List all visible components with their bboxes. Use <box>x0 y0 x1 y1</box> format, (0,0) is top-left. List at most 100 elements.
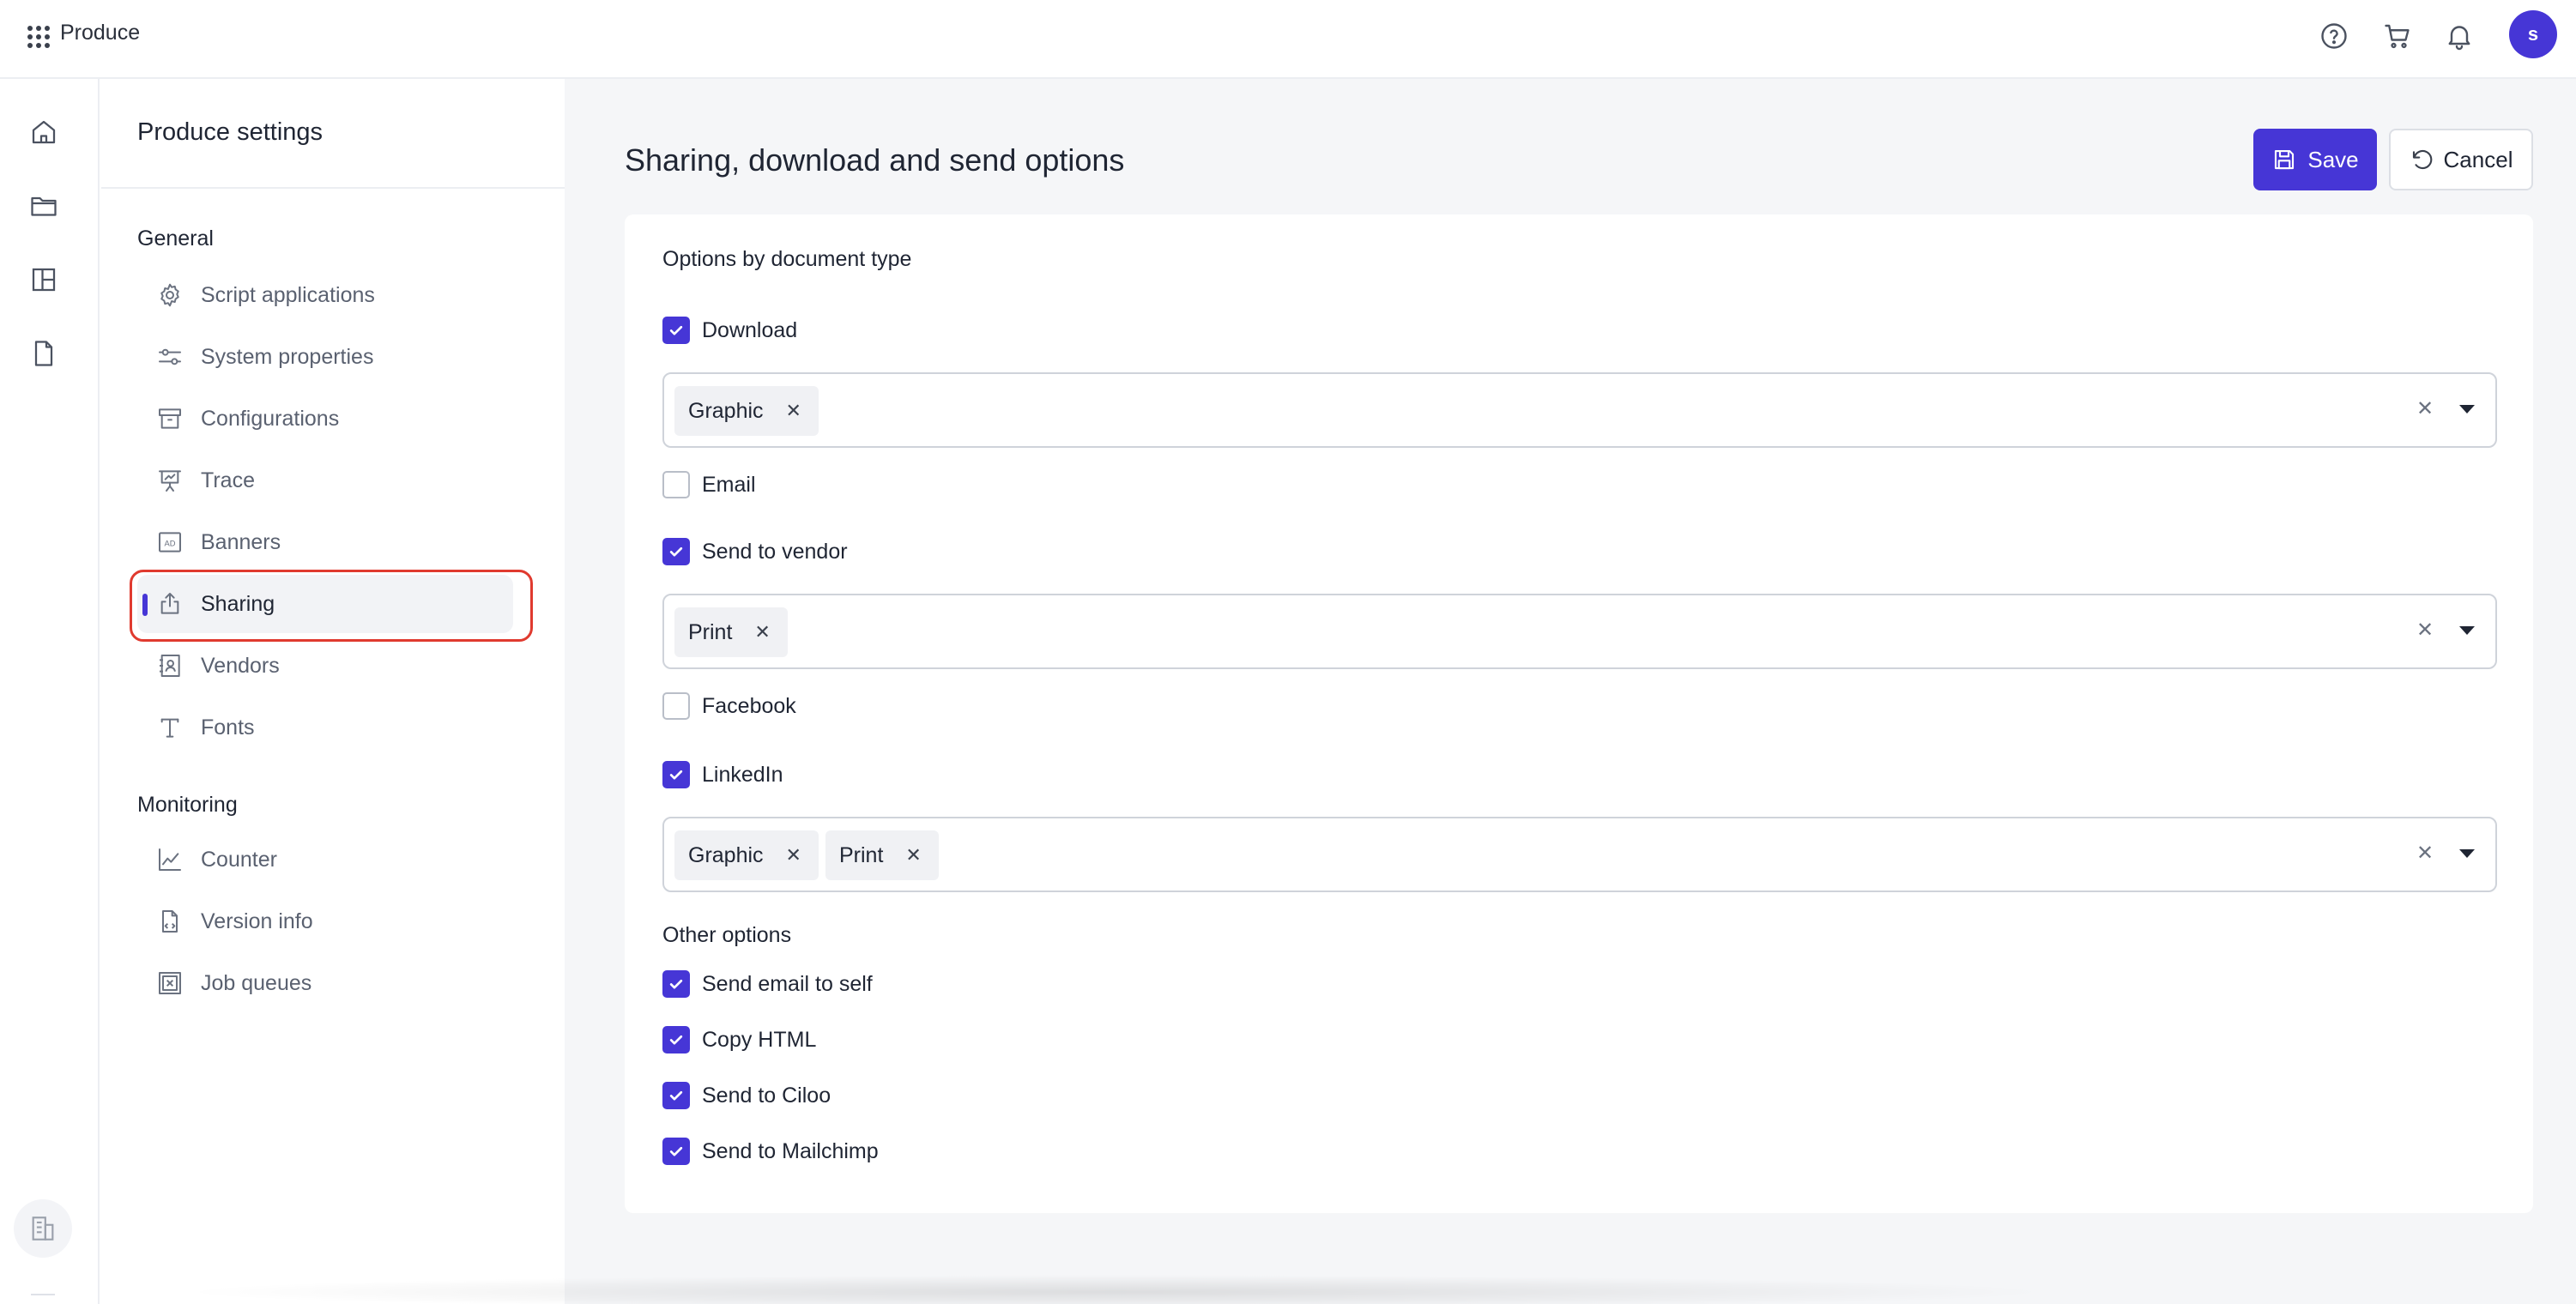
line-chart-icon <box>156 846 184 873</box>
send-to-mailchimp-checkbox[interactable] <box>662 1138 690 1165</box>
send-to-mailchimp-checkbox-row[interactable]: Send to Mailchimp <box>662 1137 879 1166</box>
tag-chip: Print ✕ <box>825 830 939 880</box>
nav-item-system-properties[interactable]: System properties <box>137 328 513 386</box>
clear-icon[interactable]: ✕ <box>2416 396 2434 421</box>
folder-icon[interactable] <box>28 190 59 221</box>
apps-grid-icon[interactable] <box>26 24 51 50</box>
gear-icon <box>156 281 184 309</box>
chevron-down-icon[interactable] <box>2459 405 2475 414</box>
settings-sidebar: Produce settings General Script applicat… <box>101 79 565 1304</box>
tag-label: Graphic <box>688 398 764 423</box>
nav-label: Configurations <box>201 406 340 431</box>
building-icon[interactable] <box>14 1199 72 1258</box>
file-code-icon <box>156 908 184 935</box>
nav-item-sharing[interactable]: Sharing <box>137 575 513 633</box>
nav-item-configurations[interactable]: Configurations <box>137 389 513 448</box>
sliders-icon <box>156 343 184 371</box>
email-checkbox-row[interactable]: Email <box>662 470 756 499</box>
download-checkbox-row[interactable]: Download <box>662 316 797 345</box>
nav-item-script-applications[interactable]: Script applications <box>137 266 513 324</box>
save-icon <box>2271 147 2297 172</box>
tag-chip: Print ✕ <box>674 607 788 657</box>
clear-icon[interactable]: ✕ <box>2416 841 2434 866</box>
save-label: Save <box>2307 146 2359 172</box>
layout-icon[interactable] <box>28 264 59 295</box>
section-title-other-options: Other options <box>662 923 792 947</box>
options-card: Options by document type Download Graphi… <box>625 214 2533 1213</box>
presentation-icon <box>156 467 184 494</box>
facebook-checkbox[interactable] <box>662 692 690 720</box>
settings-title: Produce settings <box>137 118 324 146</box>
remove-tag-icon[interactable]: ✕ <box>786 844 801 866</box>
send-to-mailchimp-label: Send to Mailchimp <box>702 1138 879 1163</box>
queue-icon <box>156 969 184 997</box>
tag-chip: Graphic ✕ <box>674 386 819 436</box>
send-to-ciloo-checkbox-row[interactable]: Send to Ciloo <box>662 1081 831 1110</box>
chevron-down-icon[interactable] <box>2459 626 2475 635</box>
tag-list: Graphic ✕ Print ✕ <box>674 830 939 880</box>
send-to-vendor-checkbox-row[interactable]: Send to vendor <box>662 537 848 566</box>
help-icon[interactable] <box>2319 21 2349 51</box>
page-title: Sharing, download and send options <box>625 142 1125 178</box>
tag-label: Print <box>688 619 733 644</box>
download-tags-select[interactable]: Graphic ✕ ✕ <box>662 372 2497 448</box>
divider <box>101 187 565 189</box>
send-to-vendor-label: Send to vendor <box>702 539 848 564</box>
email-label: Email <box>702 472 756 497</box>
bell-icon[interactable] <box>2444 21 2475 51</box>
nav-label: Trace <box>201 468 255 492</box>
send-email-to-self-label: Send email to self <box>702 971 873 996</box>
tag-list: Print ✕ <box>674 607 788 657</box>
nav-group-monitoring: Monitoring <box>137 793 238 817</box>
top-bar: Produce s <box>0 0 2576 79</box>
left-rail <box>0 79 100 1304</box>
app-name: Produce <box>60 21 141 45</box>
nav-item-job-queues[interactable]: Job queues <box>137 954 513 1012</box>
send-email-to-self-checkbox[interactable] <box>662 970 690 998</box>
nav-item-trace[interactable]: Trace <box>137 451 513 510</box>
avatar[interactable]: s <box>2509 10 2557 58</box>
download-label: Download <box>702 317 798 342</box>
save-button[interactable]: Save <box>2253 129 2377 190</box>
cancel-button[interactable]: Cancel <box>2389 129 2533 190</box>
nav-group-general: General <box>137 226 214 251</box>
nav-item-banners[interactable]: AD Banners <box>137 513 513 571</box>
send-to-vendor-tags-select[interactable]: Print ✕ ✕ <box>662 594 2497 669</box>
cart-icon[interactable] <box>2382 21 2413 51</box>
email-checkbox[interactable] <box>662 471 690 498</box>
bottom-shadow <box>172 1275 2059 1304</box>
nav-item-vendors[interactable]: Vendors <box>137 637 513 695</box>
nav-label: Sharing <box>201 591 275 616</box>
facebook-checkbox-row[interactable]: Facebook <box>662 691 796 721</box>
download-checkbox[interactable] <box>662 317 690 344</box>
main-content: Sharing, download and send options Save … <box>565 79 2576 1304</box>
send-email-to-self-checkbox-row[interactable]: Send email to self <box>662 969 873 999</box>
copy-html-checkbox-row[interactable]: Copy HTML <box>662 1025 816 1054</box>
remove-tag-icon[interactable]: ✕ <box>905 844 921 866</box>
remove-tag-icon[interactable]: ✕ <box>754 621 770 643</box>
nav-item-fonts[interactable]: Fonts <box>137 698 513 757</box>
send-to-ciloo-label: Send to Ciloo <box>702 1083 831 1108</box>
section-title-options-by-document-type: Options by document type <box>662 247 912 271</box>
home-icon[interactable] <box>28 117 59 148</box>
remove-tag-icon[interactable]: ✕ <box>786 400 801 422</box>
linkedin-checkbox-row[interactable]: LinkedIn <box>662 760 783 789</box>
document-icon[interactable] <box>28 338 59 369</box>
send-to-ciloo-checkbox[interactable] <box>662 1082 690 1109</box>
send-to-vendor-checkbox[interactable] <box>662 538 690 565</box>
linkedin-checkbox[interactable] <box>662 761 690 788</box>
nav-label: Version info <box>201 909 313 933</box>
nav-item-version-info[interactable]: Version info <box>137 892 513 951</box>
contact-book-icon <box>156 652 184 679</box>
chevron-down-icon[interactable] <box>2459 849 2475 858</box>
nav-item-counter[interactable]: Counter <box>137 830 513 889</box>
copy-html-checkbox[interactable] <box>662 1026 690 1053</box>
rail-divider <box>31 1294 55 1295</box>
tag-chip: Graphic ✕ <box>674 830 819 880</box>
nav-label: Script applications <box>201 282 375 307</box>
copy-html-label: Copy HTML <box>702 1027 817 1052</box>
nav-label: Job queues <box>201 970 312 995</box>
nav-label: Banners <box>201 529 281 554</box>
clear-icon[interactable]: ✕ <box>2416 618 2434 643</box>
linkedin-tags-select[interactable]: Graphic ✕ Print ✕ ✕ <box>662 817 2497 892</box>
